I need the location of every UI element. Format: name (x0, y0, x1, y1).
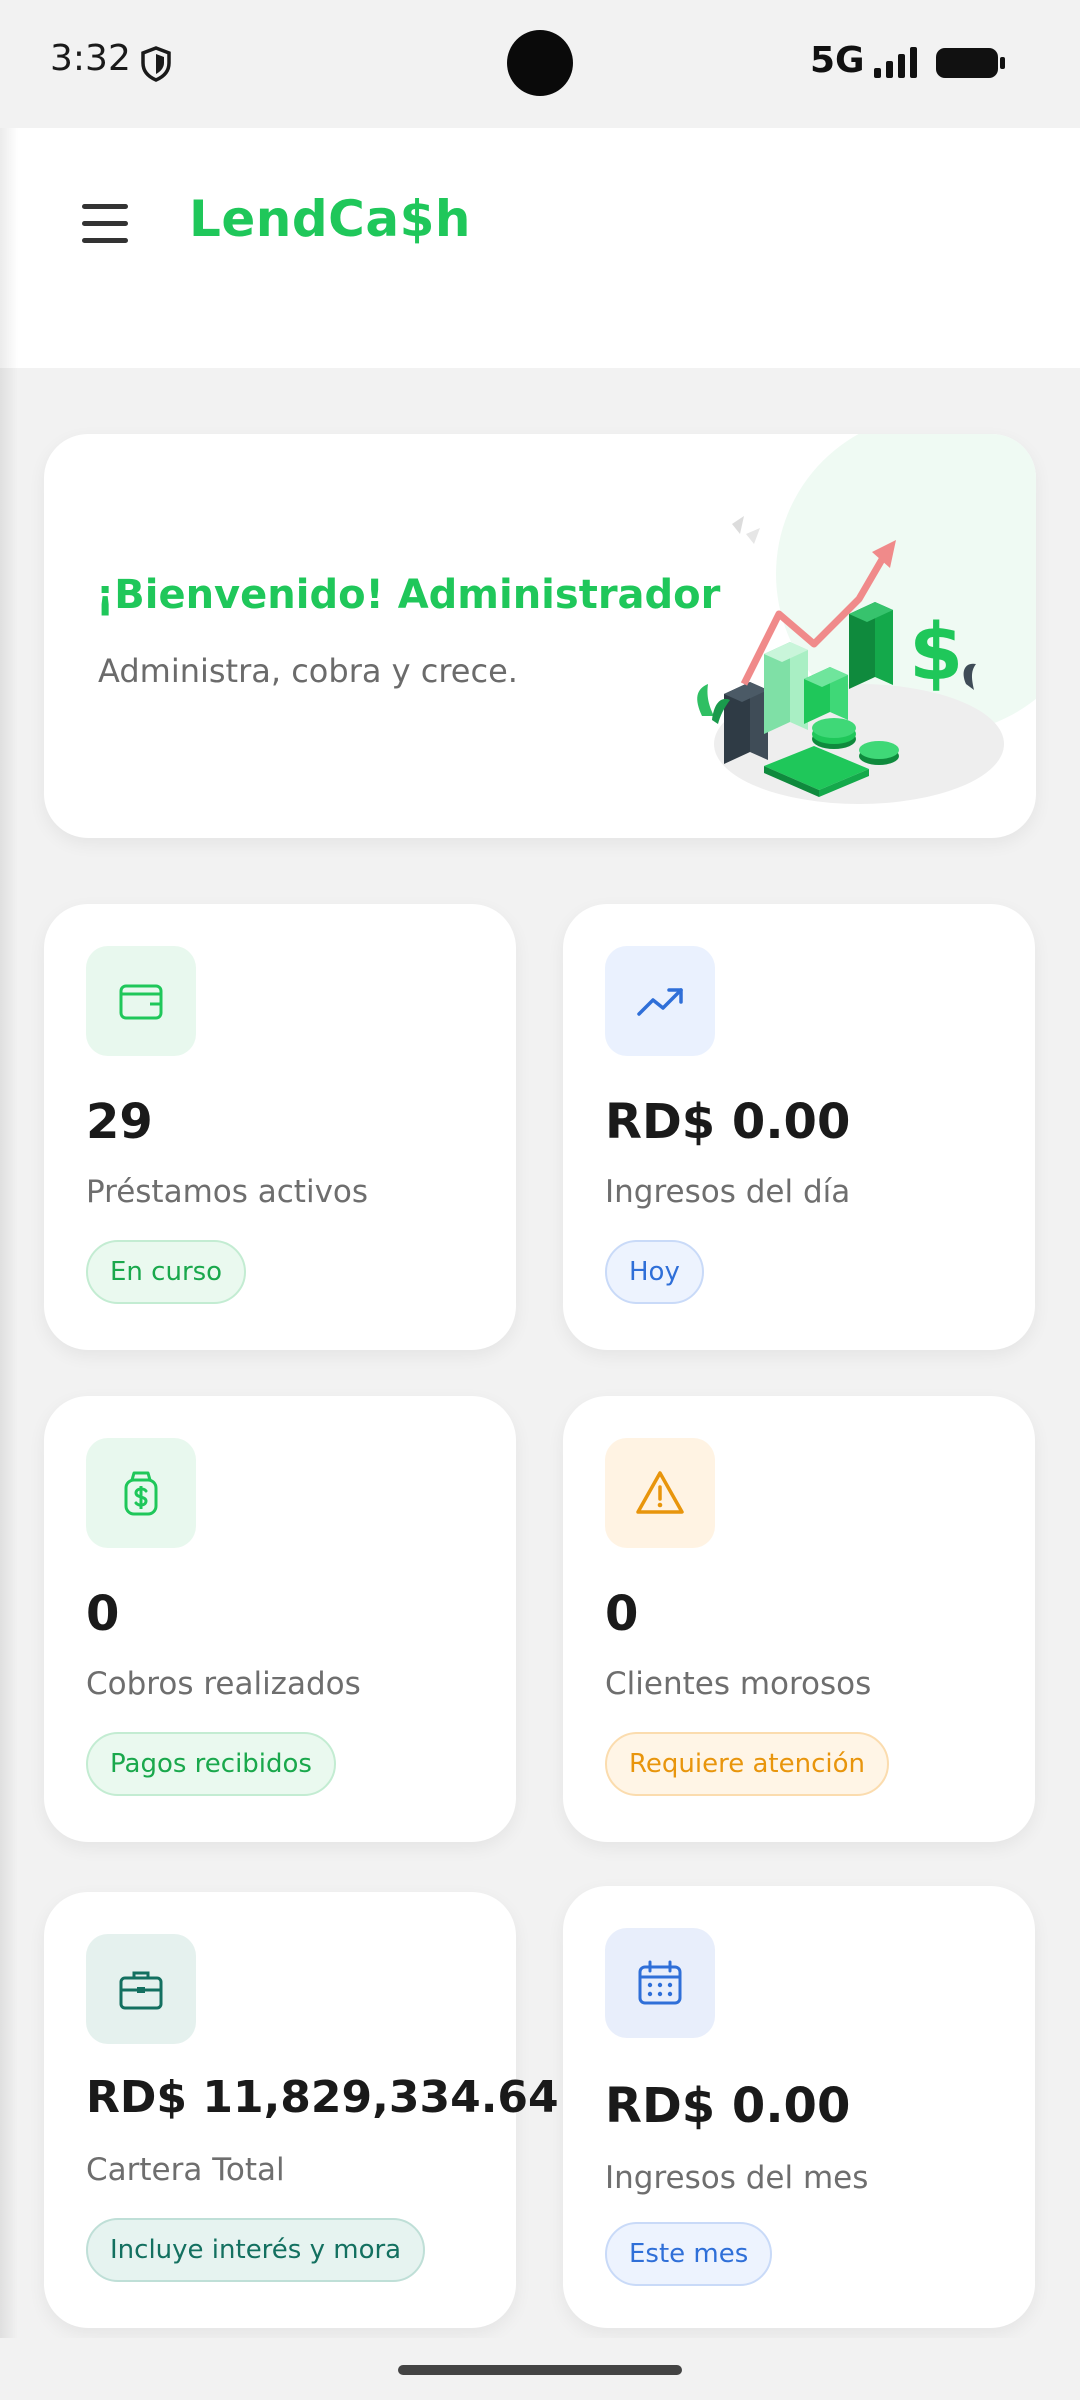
welcome-card: ¡Bienvenido! Administrador Administra, c… (44, 434, 1036, 838)
stat-icon-box (605, 1438, 715, 1548)
stat-value: 29 (86, 1094, 153, 1150)
stat-icon-box (86, 1438, 196, 1548)
wallet-icon (119, 984, 163, 1020)
stat-card-daily-income[interactable]: RD$ 0.00 Ingresos del día Hoy (563, 904, 1035, 1350)
home-indicator[interactable] (398, 2365, 682, 2375)
status-badge: Hoy (605, 1240, 704, 1304)
money-bag-icon (124, 1471, 158, 1516)
calendar-icon (638, 1960, 682, 2005)
trending-up-icon (637, 988, 683, 1016)
app-bar: LendCa$h (0, 128, 1080, 368)
stat-icon-box (86, 946, 196, 1056)
status-badge: Requiere atención (605, 1732, 889, 1796)
stat-label: Ingresos del mes (605, 2160, 869, 2196)
front-camera (507, 30, 573, 96)
welcome-title: ¡Bienvenido! Administrador (96, 572, 721, 618)
stat-card-collections[interactable]: 0 Cobros realizados Pagos recibidos (44, 1396, 516, 1842)
warning-icon (636, 1471, 684, 1514)
app-logo-text: LendCa$h (189, 190, 471, 248)
finance-growth-illustration: $ (697, 516, 1004, 804)
briefcase-icon (119, 1971, 163, 2010)
stat-card-delinquent-clients[interactable]: 0 Clientes morosos Requiere atención (563, 1396, 1035, 1842)
stat-value: 0 (86, 1586, 120, 1642)
stat-card-monthly-income[interactable]: RD$ 0.00 Ingresos del mes Este mes (563, 1886, 1035, 2328)
hamburger-menu-icon[interactable] (78, 202, 132, 246)
stat-label: Cartera Total (86, 2152, 285, 2188)
status-badge: Este mes (605, 2222, 773, 2286)
network-type: 5G (810, 40, 865, 81)
stat-card-active-loans[interactable]: 29 Préstamos activos En curso (44, 904, 516, 1350)
stat-value: RD$ 0.00 (605, 1094, 851, 1150)
battery-icon (936, 48, 1005, 78)
status-badge: Pagos recibidos (86, 1732, 336, 1796)
stat-value: 0 (605, 1586, 639, 1642)
svg-text:$: $ (909, 608, 963, 698)
status-badge: En curso (86, 1240, 247, 1304)
signal-icon (874, 47, 917, 78)
stat-icon-box (605, 1928, 715, 2038)
shield-icon (141, 46, 171, 82)
stat-label: Ingresos del día (605, 1174, 851, 1210)
stat-label: Cobros realizados (86, 1666, 361, 1702)
stat-value: RD$ 0.00 (605, 2078, 851, 2134)
status-bar: 3:32 5G (0, 0, 1080, 128)
stat-icon-box (86, 1934, 196, 2044)
welcome-subtitle: Administra, cobra y crece. (98, 652, 518, 690)
drawer-edge-shadow (0, 128, 18, 2338)
status-badge: Incluye interés y mora (86, 2218, 426, 2282)
stat-label: Préstamos activos (86, 1174, 369, 1210)
stat-label: Clientes morosos (605, 1666, 872, 1702)
stat-icon-box (605, 946, 715, 1056)
stat-card-total-portfolio[interactable]: RD$ 11,829,334.64 Cartera Total Incluye … (44, 1892, 559, 2328)
stat-value: RD$ 11,829,334.64 (86, 2072, 559, 2123)
status-time: 3:32 (50, 38, 131, 79)
